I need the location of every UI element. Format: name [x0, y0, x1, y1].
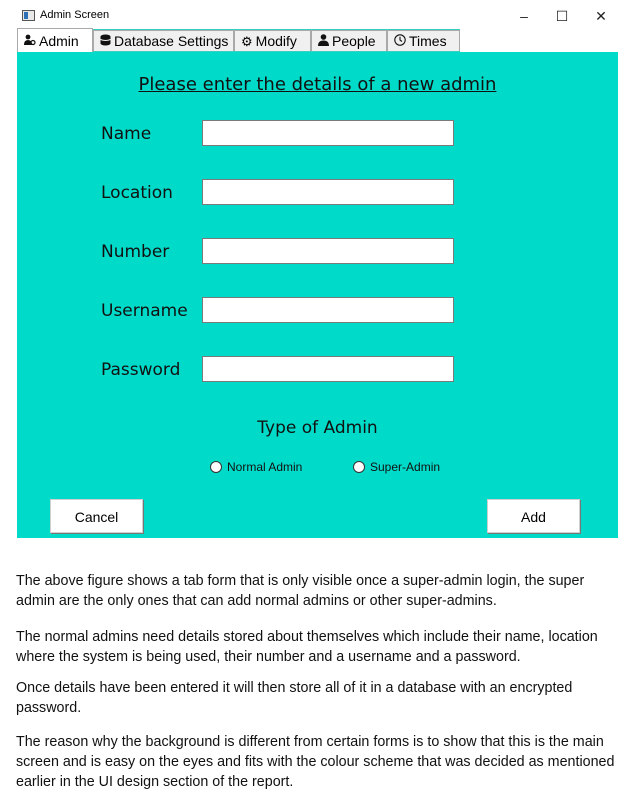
add-button[interactable]: Add [487, 499, 580, 533]
password-field[interactable] [202, 356, 454, 382]
super-admin-radio[interactable]: Super-Admin [353, 460, 440, 474]
tab-people[interactable]: People [311, 30, 387, 51]
admin-form-panel: Please enter the details of a new admin … [17, 52, 618, 538]
close-button[interactable]: ✕ [587, 5, 615, 27]
number-label: Number [101, 242, 170, 262]
clock-icon [394, 31, 406, 52]
location-label: Location [101, 183, 173, 203]
tab-database-settings-label: Database Settings [114, 33, 229, 49]
radio-circle[interactable] [353, 461, 365, 473]
cancel-button[interactable]: Cancel [50, 499, 143, 533]
super-admin-label: Super-Admin [370, 460, 441, 474]
document-paragraph-3: Once details have been entered it will t… [16, 680, 573, 716]
minimize-button[interactable]: – [510, 5, 538, 27]
username-field[interactable] [202, 297, 454, 323]
maximize-button[interactable]: ☐ [548, 5, 576, 27]
username-label: Username [101, 301, 188, 321]
gear-icon: ⚙ [241, 34, 253, 49]
number-field[interactable] [202, 238, 454, 264]
document-paragraph-1: The above figure shows a tab form that i… [16, 573, 585, 609]
tab-admin[interactable]: Admin [17, 28, 93, 52]
tab-times[interactable]: Times [387, 30, 460, 51]
tab-people-label: People [332, 33, 376, 49]
app-window-icon [22, 10, 35, 21]
admin-icon [24, 30, 36, 54]
database-icon [100, 31, 111, 52]
tab-modify-label: Modify [255, 33, 297, 49]
radio-circle[interactable] [210, 461, 222, 473]
window-title: Admin Screen [40, 9, 110, 21]
tab-modify[interactable]: ⚙ Modify [234, 30, 311, 51]
document-paragraph-4: The reason why the background is differe… [16, 734, 615, 790]
location-field[interactable] [202, 179, 454, 205]
person-icon [318, 31, 329, 52]
password-label: Password [101, 360, 181, 380]
normal-admin-radio[interactable]: Normal Admin [210, 460, 302, 474]
title-bar: Admin Screen – ☐ ✕ [0, 0, 634, 32]
tab-database-settings[interactable]: Database Settings [93, 30, 234, 51]
tab-admin-label: Admin [39, 33, 79, 49]
tab-times-label: Times [409, 33, 447, 49]
document-paragraph-2: The normal admins need details stored ab… [16, 629, 598, 665]
name-field[interactable] [202, 120, 454, 146]
normal-admin-label: Normal Admin [227, 460, 303, 474]
form-heading: Please enter the details of a new admin [138, 74, 497, 95]
admin-type-heading: Type of Admin [257, 418, 378, 438]
name-label: Name [101, 124, 152, 144]
